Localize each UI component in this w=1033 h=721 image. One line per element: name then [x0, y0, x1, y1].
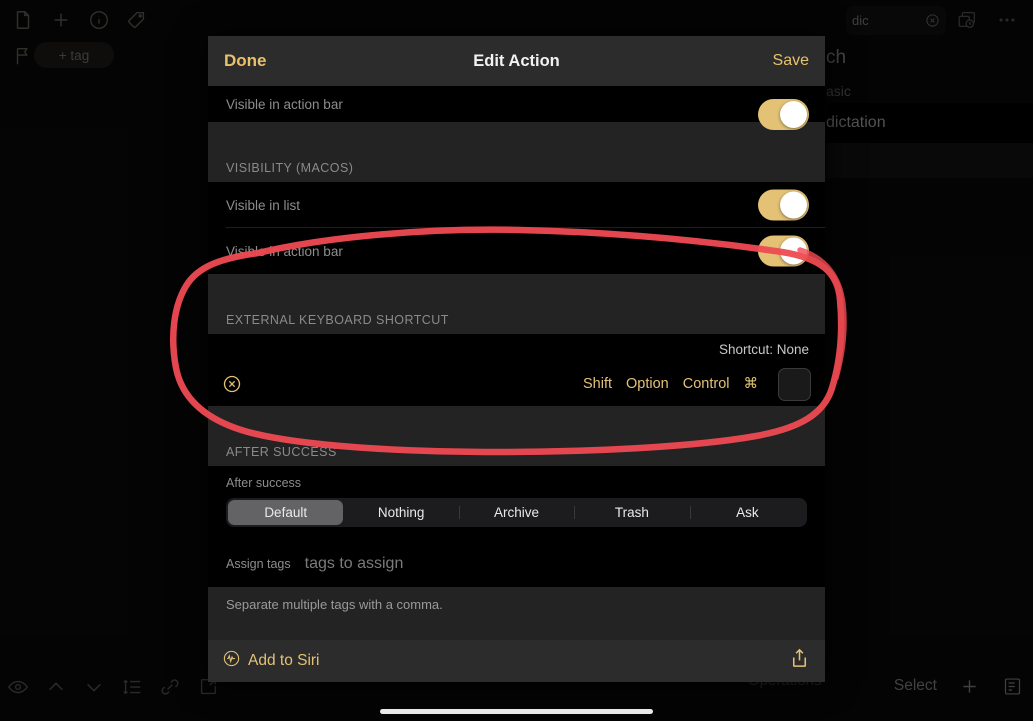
settings-sheet: Visible in action bar VISIBILITY (MACOS)… — [208, 86, 825, 682]
row-label: Visible in list — [226, 197, 301, 213]
toggle-visible-in-action-bar[interactable] — [758, 235, 809, 267]
segment-nothing[interactable]: Nothing — [343, 500, 458, 525]
row-visible-in-list[interactable]: Visible in list — [208, 182, 825, 228]
toggle-knob — [780, 191, 807, 219]
assign-tags-input[interactable]: tags to assign — [305, 555, 404, 573]
done-button[interactable]: Done — [224, 51, 267, 71]
row-visible-in-action-bar[interactable]: Visible in action bar — [208, 228, 825, 274]
shortcut-status: Shortcut: None — [718, 342, 809, 357]
add-to-siri-button[interactable]: Add to Siri — [222, 649, 320, 673]
section-gap — [208, 406, 825, 424]
siri-waveform-icon — [222, 649, 241, 673]
save-button[interactable]: Save — [773, 52, 809, 70]
after-success-segmented-control: Default Nothing Archive Trash Ask — [226, 498, 807, 527]
assign-tags-label: Assign tags — [226, 557, 291, 571]
toggle-knob — [780, 101, 807, 128]
after-success-field: After success Default Nothing Archive Tr… — [208, 466, 825, 541]
footnote-gap — [208, 612, 825, 626]
assign-tags-row[interactable]: Assign tags tags to assign — [208, 541, 825, 587]
modifier-command-icon[interactable]: ⌘ — [744, 376, 759, 392]
section-gap — [208, 122, 825, 140]
after-success-label: After success — [226, 476, 302, 490]
modal-header: Done Edit Action Save — [208, 36, 825, 86]
home-indicator — [380, 709, 653, 714]
modifier-keys: Shift Option Control ⌘ — [583, 367, 811, 401]
section-gap — [208, 274, 825, 292]
toggle-knob — [780, 237, 807, 265]
page-title: Edit Action — [473, 51, 560, 70]
row-label: Visible in action bar — [226, 243, 343, 259]
assign-tags-footnote: Separate multiple tags with a comma. — [208, 587, 825, 612]
section-header-after-success: AFTER SUCCESS — [208, 424, 825, 466]
segment-default[interactable]: Default — [228, 500, 344, 525]
add-to-siri-label: Add to Siri — [248, 652, 320, 669]
clear-circle-icon[interactable] — [222, 374, 242, 394]
shortcut-key-field[interactable] — [778, 367, 811, 401]
siri-bar: Add to Siri — [208, 640, 825, 682]
segment-ask[interactable]: Ask — [689, 500, 805, 525]
share-icon[interactable] — [788, 647, 811, 675]
modifier-control[interactable]: Control — [683, 376, 730, 392]
screen: + tag dic ch asic dictation — [0, 0, 1033, 721]
segment-archive[interactable]: Archive — [458, 500, 574, 525]
row-label: Visible in action bar — [226, 96, 343, 112]
row-visible-in-action-bar-partial[interactable]: Visible in action bar — [208, 86, 825, 130]
modifier-option[interactable]: Option — [626, 376, 669, 392]
modifier-shift[interactable]: Shift — [583, 376, 612, 392]
keyboard-shortcut-controls: Shift Option Control ⌘ — [208, 362, 825, 406]
section-header-visibility-macos: VISIBILITY (MACOS) — [208, 140, 825, 182]
toggle-visible-in-list[interactable] — [758, 189, 809, 221]
edit-action-modal: Done Edit Action Save Visible in action … — [208, 36, 825, 682]
segment-trash[interactable]: Trash — [574, 500, 689, 525]
keyboard-shortcut-block: Shortcut: None Shift Option Control ⌘ — [208, 334, 825, 406]
section-header-external-keyboard-shortcut: EXTERNAL KEYBOARD SHORTCUT — [208, 292, 825, 334]
toggle-visible-in-action-bar-partial[interactable] — [758, 99, 809, 130]
